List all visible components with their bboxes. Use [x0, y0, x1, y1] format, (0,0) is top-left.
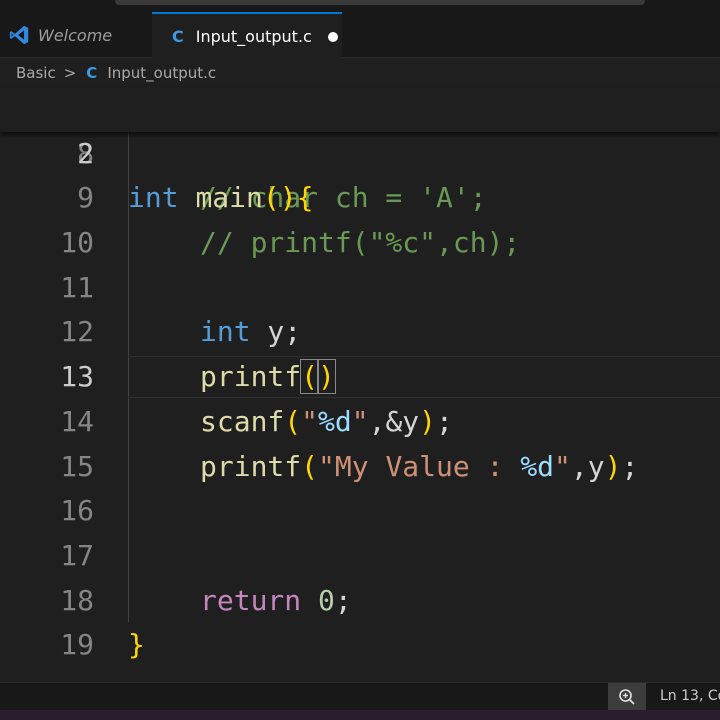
- code-line: 10// printf("%c",ch);: [0, 221, 720, 265]
- c-file-icon: C: [172, 27, 184, 46]
- tab-input-output[interactable]: C Input_output.c: [152, 12, 342, 59]
- code-line: 12 int y;: [0, 310, 720, 354]
- code-line: 19}: [0, 623, 720, 667]
- breadcrumb-file[interactable]: Input_output.c: [107, 64, 216, 82]
- status-bar: Ln 13, Col 12: [0, 682, 720, 710]
- breadcrumb: Basic > C Input_output.c: [0, 58, 720, 88]
- line-number: 15: [60, 450, 94, 483]
- zoom-button[interactable]: [608, 683, 646, 710]
- code-editor[interactable]: 8 9// char ch = 'A'; 10// printf("%c",ch…: [0, 132, 720, 682]
- code-line: 14 scanf("%d",&y);: [0, 400, 720, 444]
- code-line: 18 return 0;: [0, 579, 720, 623]
- code-text: scanf("%d",&y);: [200, 405, 453, 438]
- line-number: 18: [60, 584, 94, 617]
- tab-welcome[interactable]: Welcome: [0, 12, 152, 58]
- title-bar: [0, 0, 720, 12]
- code-text: printf(): [200, 359, 336, 394]
- line-number: 2: [77, 137, 94, 170]
- line-number: 19: [60, 628, 94, 661]
- code-text: }: [128, 628, 145, 661]
- code-text: return 0;: [200, 584, 352, 617]
- zoom-in-icon: [619, 688, 635, 705]
- breadcrumb-folder[interactable]: Basic: [16, 64, 56, 82]
- code-text: int main(){: [128, 181, 314, 214]
- tab-bar: Welcome C Input_output.c: [0, 12, 720, 59]
- code-comment: // printf("%c",ch);: [200, 226, 521, 259]
- code-line: 16: [0, 489, 720, 533]
- code-line: 17: [0, 534, 720, 578]
- sticky-scroll-header[interactable]: 2 int main(){: [0, 88, 720, 214]
- bracket-match-open: (: [300, 359, 320, 394]
- line-number: 13: [60, 360, 94, 393]
- unsaved-dot-icon[interactable]: [327, 31, 338, 42]
- command-center[interactable]: [115, 0, 645, 5]
- cursor-position-status[interactable]: Ln 13, Col 12: [660, 683, 720, 710]
- code-line: 2 int main(){: [0, 88, 720, 214]
- tab-input-output-label: Input_output.c: [195, 27, 312, 46]
- code-text: printf("My Value : %d",y);: [200, 450, 639, 483]
- code-line: 8: [0, 132, 720, 176]
- tab-welcome-label: Welcome: [38, 25, 113, 45]
- vscode-logo-icon: [9, 25, 29, 45]
- code-line: 11: [0, 266, 720, 310]
- code-line: 9// char ch = 'A';: [0, 176, 720, 220]
- line-number: 12: [60, 315, 94, 348]
- taskbar-strip: [0, 710, 720, 720]
- code-line-current: 13 printf(): [0, 355, 720, 399]
- code-line: 15 printf("My Value : %d",y);: [0, 445, 720, 489]
- line-number: 11: [60, 271, 94, 304]
- line-number: 17: [60, 539, 94, 572]
- chevron-right-icon: >: [63, 64, 77, 82]
- bracket-match-close: ): [317, 359, 336, 394]
- code-text: int y;: [200, 315, 302, 348]
- line-number: 14: [60, 405, 94, 438]
- line-number: 16: [60, 494, 94, 527]
- c-file-icon: C: [86, 64, 98, 82]
